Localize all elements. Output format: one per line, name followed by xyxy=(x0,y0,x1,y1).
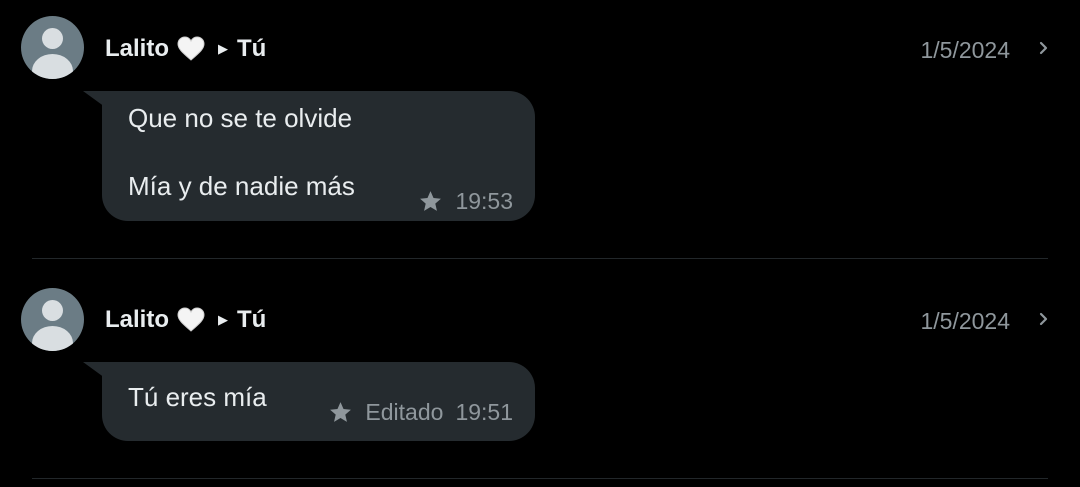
recipient-name: Tú xyxy=(237,306,267,333)
message-meta: 19:53 xyxy=(418,188,513,215)
message-date: 1/5/2024 xyxy=(920,308,1010,334)
message-header: Lalito ▶ Tú xyxy=(105,32,266,66)
message-date: 1/5/2024 xyxy=(920,37,1010,63)
white-heart-icon xyxy=(177,36,205,61)
play-arrow-icon: ▶ xyxy=(218,312,228,327)
star-icon xyxy=(420,191,442,211)
star-icon xyxy=(330,402,352,422)
starred-message-entry[interactable]: Lalito ▶ Tú 1/5/2024 Que no se te olvide… xyxy=(0,0,1080,259)
recipient-name: Tú xyxy=(237,35,267,62)
message-text-line: Tú eres mía xyxy=(128,382,267,412)
default-avatar-icon[interactable] xyxy=(21,16,84,79)
message-header: Lalito ▶ Tú xyxy=(105,303,266,337)
starred-message-entry[interactable]: Lalito ▶ Tú 1/5/2024 Tú eres mía Editado… xyxy=(0,270,1080,480)
message-text-line: Mía y de nadie más xyxy=(128,171,355,201)
divider xyxy=(32,478,1048,479)
sender-name: Lalito xyxy=(105,35,169,62)
white-heart-icon xyxy=(177,307,205,332)
message-time: 19:53 xyxy=(455,188,513,214)
default-avatar-icon[interactable] xyxy=(21,288,84,351)
edited-label: Editado xyxy=(365,399,444,425)
message-bubble[interactable]: Tú eres mía Editado 19:51 xyxy=(102,362,535,441)
chevron-right-icon[interactable] xyxy=(1036,36,1052,60)
message-meta: Editado 19:51 xyxy=(328,399,513,426)
play-arrow-icon: ▶ xyxy=(218,41,228,56)
sender-name: Lalito xyxy=(105,306,169,333)
message-bubble[interactable]: Que no se te olvide Mía y de nadie más 1… xyxy=(102,91,535,221)
message-text-line: Que no se te olvide xyxy=(128,103,353,133)
chevron-right-icon[interactable] xyxy=(1036,307,1052,331)
message-time: 19:51 xyxy=(455,399,513,425)
divider xyxy=(32,258,1048,259)
